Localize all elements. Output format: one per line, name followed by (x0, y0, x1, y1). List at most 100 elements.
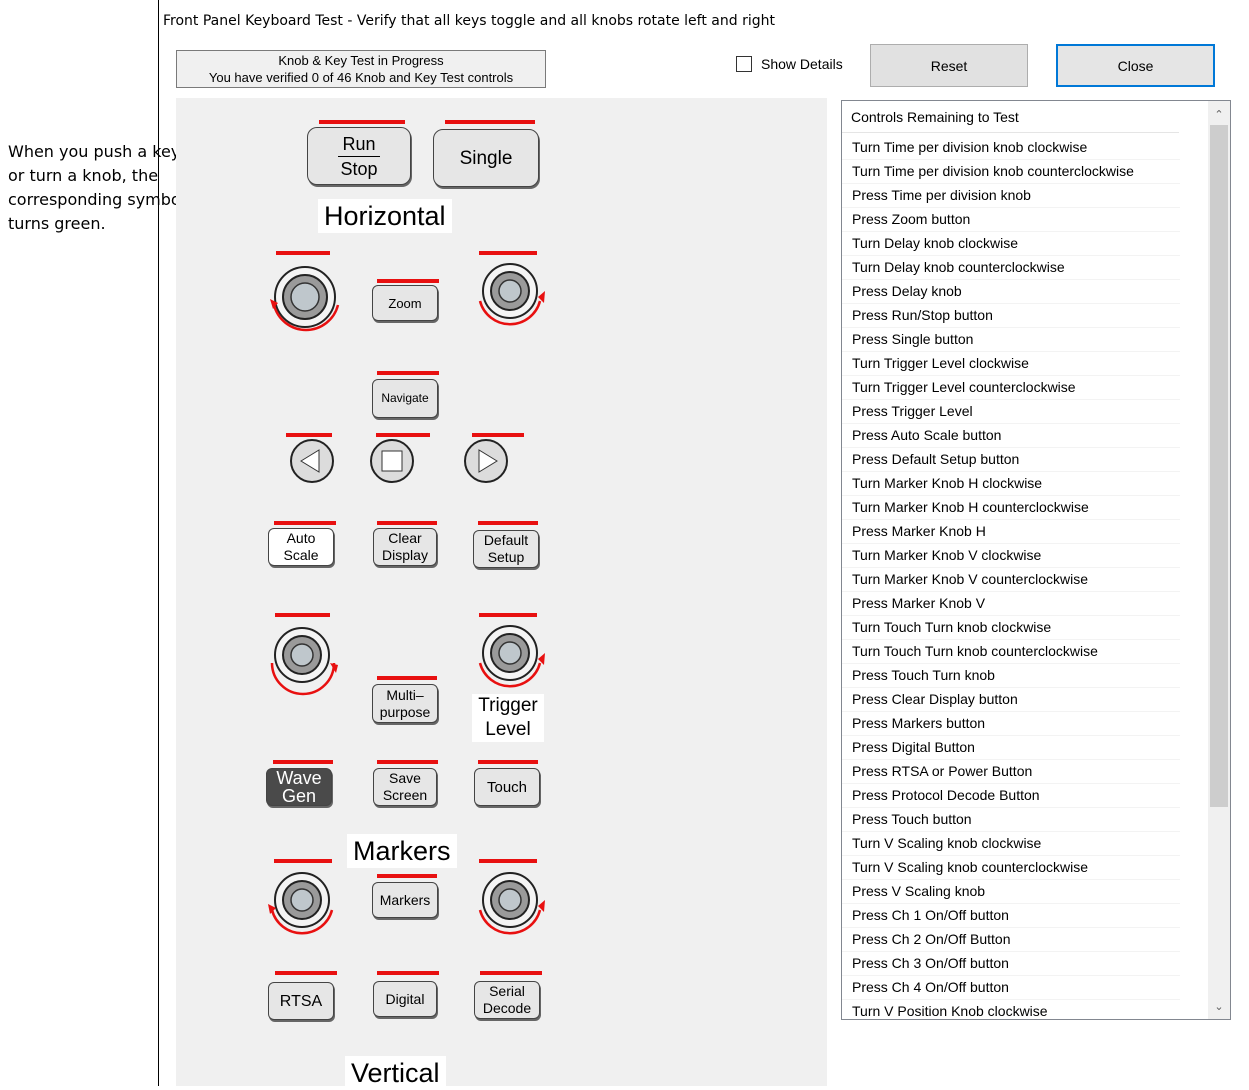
save-screen-indicator (377, 760, 438, 764)
checkbox-box[interactable] (736, 56, 752, 72)
multipurpose-label-1: Multi– (386, 686, 424, 703)
list-item[interactable]: Press Marker Knob V (842, 592, 1180, 616)
list-item[interactable]: Turn Trigger Level clockwise (842, 352, 1180, 376)
digital-indicator (377, 971, 439, 975)
run-stop-key[interactable]: Run Stop (307, 127, 411, 185)
front-panel: Run Stop Single Horizontal Zoom Navigate (176, 98, 827, 1090)
rtsa-key[interactable]: RTSA (268, 982, 334, 1020)
multipurpose-label-2: purpose (379, 703, 431, 720)
delay-knob-indicator (479, 251, 537, 255)
marker-knob-v-indicator (479, 859, 537, 863)
list-item[interactable]: Turn Touch Turn knob counterclockwise (842, 640, 1180, 664)
list-item[interactable]: Press Single button (842, 328, 1180, 352)
multipurpose-indicator (377, 676, 437, 680)
time-per-div-knob-indicator (276, 251, 330, 255)
zoom-key[interactable]: Zoom (372, 285, 438, 321)
list-item[interactable]: Press Ch 2 On/Off Button (842, 928, 1180, 952)
nav-left-indicator (286, 433, 332, 437)
nav-right-indicator (472, 433, 524, 437)
list-item[interactable]: Turn Time per division knob counterclock… (842, 160, 1180, 184)
default-setup-indicator (478, 521, 538, 525)
run-stop-bottom-label: Stop (340, 158, 378, 179)
trigger-level-label-2: Level (485, 719, 531, 740)
default-setup-label-1: Default (483, 532, 529, 548)
horizontal-section-label: Horizontal (318, 199, 452, 233)
window-left-border (158, 0, 159, 1086)
save-screen-label-1: Save (389, 770, 421, 786)
list-item[interactable]: Press V Scaling knob (842, 880, 1180, 904)
list-item[interactable]: Turn Touch Turn knob clockwise (842, 616, 1180, 640)
scroll-up-icon[interactable]: ⌃ (1208, 104, 1230, 124)
wave-gen-key[interactable]: Wave Gen (266, 768, 332, 806)
list-item[interactable]: Press Delay knob (842, 280, 1180, 304)
markers-key[interactable]: Markers (372, 882, 438, 918)
list-item[interactable]: Turn Marker Knob V counterclockwise (842, 568, 1180, 592)
list-item[interactable]: Press Markers button (842, 712, 1180, 736)
clear-display-label-1: Clear (388, 530, 422, 546)
nav-stop-icon[interactable] (367, 439, 419, 487)
clear-display-label-2: Display (382, 547, 428, 563)
default-setup-key[interactable]: Default Setup (473, 530, 539, 568)
time-per-division-knob-icon[interactable] (264, 257, 350, 347)
single-key[interactable]: Single (433, 129, 539, 187)
nav-right-arrow-icon[interactable] (461, 439, 513, 487)
list-item[interactable]: Press Default Setup button (842, 448, 1180, 472)
close-button[interactable]: Close (1056, 44, 1215, 87)
wave-gen-label-1: Wave (276, 768, 322, 788)
navigate-key[interactable]: Navigate (372, 379, 438, 418)
list-item[interactable]: Press Ch 4 On/Off button (842, 976, 1180, 1000)
scroll-down-icon[interactable]: ⌄ (1208, 996, 1230, 1016)
marker-knob-h-indicator (274, 859, 332, 863)
clear-display-key[interactable]: Clear Display (373, 528, 437, 566)
list-item[interactable]: Turn Marker Knob H clockwise (842, 472, 1180, 496)
wave-gen-label-2: Gen (281, 786, 317, 806)
window-title: Front Panel Keyboard Test - Verify that … (163, 13, 775, 29)
auto-scale-key[interactable]: Auto Scale (268, 528, 334, 566)
list-item[interactable]: Press Ch 1 On/Off button (842, 904, 1180, 928)
list-item[interactable]: Press Auto Scale button (842, 424, 1180, 448)
wave-gen-indicator (273, 760, 333, 764)
list-scrollbar[interactable]: ⌃ ⌄ (1208, 101, 1230, 1019)
list-item[interactable]: Turn V Position Knob clockwise (842, 1000, 1180, 1019)
list-item[interactable]: Turn V Scaling knob clockwise (842, 832, 1180, 856)
serial-decode-label-2: Decode (482, 1000, 532, 1016)
status-line-2: You have verified 0 of 46 Knob and Key T… (208, 70, 514, 85)
list-item[interactable]: Press Ch 3 On/Off button (842, 952, 1180, 976)
list-item[interactable]: Press Touch Turn knob (842, 664, 1180, 688)
touch-key[interactable]: Touch (474, 768, 540, 806)
list-item[interactable]: Press Run/Stop button (842, 304, 1180, 328)
list-item[interactable]: Turn Delay knob clockwise (842, 232, 1180, 256)
serial-decode-key[interactable]: Serial Decode (474, 981, 540, 1019)
scroll-thumb[interactable] (1210, 125, 1228, 807)
controls-remaining-list[interactable]: Controls Remaining to Test Turn Time per… (841, 100, 1231, 1020)
list-item[interactable]: Turn Delay knob counterclockwise (842, 256, 1180, 280)
multipurpose-key[interactable]: Multi– purpose (372, 684, 438, 723)
list-item[interactable]: Turn Marker Knob H counterclockwise (842, 496, 1180, 520)
list-item[interactable]: Press Zoom button (842, 208, 1180, 232)
reset-button[interactable]: Reset (870, 44, 1028, 87)
nav-left-arrow-icon[interactable] (287, 439, 339, 487)
list-item[interactable]: Turn Trigger Level counterclockwise (842, 376, 1180, 400)
trigger-level-knob-indicator (479, 613, 537, 617)
vertical-section-label: Vertical (345, 1056, 446, 1090)
list-item[interactable]: Press Time per division knob (842, 184, 1180, 208)
list-item[interactable]: Press Touch button (842, 808, 1180, 832)
list-item[interactable]: Press Trigger Level (842, 400, 1180, 424)
save-screen-key[interactable]: Save Screen (373, 768, 437, 806)
list-item[interactable]: Turn Time per division knob clockwise (842, 136, 1180, 160)
list-item[interactable]: Press RTSA or Power Button (842, 760, 1180, 784)
list-item[interactable]: Turn Marker Knob V clockwise (842, 544, 1180, 568)
trigger-level-label: Trigger Level (472, 694, 544, 742)
list-item[interactable]: Turn V Scaling knob counterclockwise (842, 856, 1180, 880)
serial-decode-label-1: Serial (489, 983, 525, 999)
list-item[interactable]: Press Marker Knob H (842, 520, 1180, 544)
list-item[interactable]: Press Digital Button (842, 736, 1180, 760)
marker-knob-h-icon[interactable] (264, 866, 350, 956)
list-item[interactable]: Press Clear Display button (842, 688, 1180, 712)
marker-knob-v-icon[interactable] (468, 866, 554, 956)
show-details-checkbox[interactable]: Show Details (736, 56, 843, 72)
delay-knob-icon[interactable] (468, 257, 554, 347)
digital-key[interactable]: Digital (373, 981, 437, 1017)
touch-turn-knob-icon[interactable] (264, 619, 350, 709)
list-item[interactable]: Press Protocol Decode Button (842, 784, 1180, 808)
